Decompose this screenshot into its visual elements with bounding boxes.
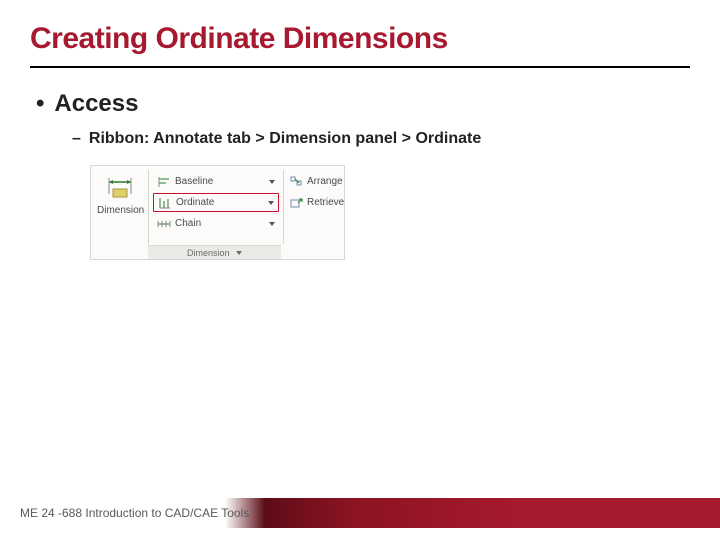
bullet-path-text: Ribbon: Annotate tab > Dimension panel >…: [89, 130, 481, 147]
retrieve-label: Retrieve: [307, 197, 344, 208]
dropdown-arrow-icon[interactable]: [269, 221, 275, 227]
slide: Creating Ordinate Dimensions • Access –Ri…: [0, 0, 720, 540]
separator: [148, 170, 149, 244]
arrange-button[interactable]: Arrange: [289, 172, 343, 191]
footer-bar: ME 24 -688 Introduction to CAD/CAE Tools: [0, 498, 720, 528]
chain-button[interactable]: Chain: [153, 214, 279, 233]
bullet-dot-icon: •: [36, 90, 44, 118]
panel-expand-icon: [236, 250, 242, 256]
panel-label-text: Dimension: [187, 248, 230, 258]
right-column: Arrange Retrieve: [289, 172, 343, 214]
slide-title: Creating Ordinate Dimensions: [30, 22, 448, 56]
bullet-access-text: Access: [54, 90, 138, 117]
ribbon-screenshot: Dimension Baseline Ordinate Chain: [90, 165, 345, 260]
retrieve-button[interactable]: Retrieve: [289, 193, 343, 212]
arrange-label: Arrange: [307, 176, 343, 187]
footer-text: ME 24 -688 Introduction to CAD/CAE Tools: [20, 506, 249, 520]
ordinate-button[interactable]: Ordinate: [153, 193, 279, 212]
ordinate-label: Ordinate: [176, 197, 264, 208]
ordinate-icon: [158, 196, 172, 210]
chain-icon: [157, 217, 171, 231]
retrieve-icon: [289, 196, 303, 210]
baseline-label: Baseline: [175, 176, 265, 187]
bullet-access: • Access: [36, 90, 138, 118]
dimension-button-label: Dimension: [97, 205, 142, 216]
panel-label[interactable]: Dimension: [148, 245, 281, 259]
title-underline: [30, 66, 690, 68]
separator: [283, 170, 284, 244]
dimension-split-button[interactable]: Dimension: [97, 172, 142, 230]
footer-red-bar: [265, 498, 720, 528]
bullet-path: –Ribbon: Annotate tab > Dimension panel …: [72, 130, 481, 148]
baseline-button[interactable]: Baseline: [153, 172, 279, 191]
baseline-icon: [157, 175, 171, 189]
bullet-dash-icon: –: [72, 130, 81, 148]
dimension-icon: [105, 172, 135, 202]
dropdown-arrow-icon[interactable]: [269, 179, 275, 185]
chain-label: Chain: [175, 218, 265, 229]
dropdown-arrow-icon[interactable]: [268, 200, 274, 206]
arrange-icon: [289, 175, 303, 189]
